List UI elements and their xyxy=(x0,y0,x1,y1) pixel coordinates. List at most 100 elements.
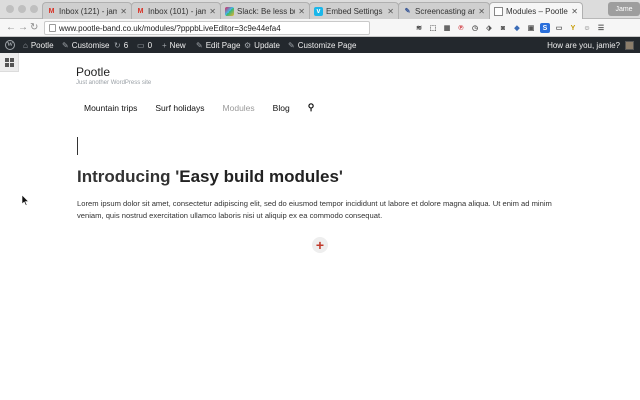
add-module-button[interactable]: + xyxy=(312,237,328,253)
extensions-bar: ≋ ⬚ ▦ ℗ ◷ ⬗ ◙ ◆ ▣ S ▭ Y ☺ ☰ xyxy=(414,22,606,34)
window-minimize-button[interactable] xyxy=(18,5,26,13)
nav-item-modules[interactable]: Modules xyxy=(223,103,255,113)
brush-icon: ✎ xyxy=(288,40,295,50)
tab-title: Inbox (101) - jamesm xyxy=(148,6,206,16)
updates-count: 6 xyxy=(123,40,129,50)
account-avatar[interactable] xyxy=(621,37,634,53)
updates-icon: ↻ xyxy=(114,40,121,50)
gmail-icon: M xyxy=(48,7,55,15)
browser-toolbar: ← → ↻ www.pootle-band.co.uk/modules/?ppp… xyxy=(0,19,640,37)
slack-icon xyxy=(225,6,234,16)
user-icon[interactable]: ☺ xyxy=(582,23,592,33)
shield-icon[interactable]: ◆ xyxy=(512,23,522,33)
browser-tab[interactable]: Slack: Be less busy ✕ xyxy=(220,2,310,19)
customise-link[interactable]: ✎ Customise xyxy=(62,37,110,53)
reload-icon[interactable]: ↻ xyxy=(30,21,38,35)
comments-link[interactable]: ▭ 0 xyxy=(137,37,152,53)
s-extension-icon[interactable]: S xyxy=(540,23,550,33)
customise-label: Customise xyxy=(71,40,110,50)
site-name-label: Pootle xyxy=(30,40,54,50)
window-close-button[interactable] xyxy=(6,5,14,13)
customize-page-label: Customize Page xyxy=(297,40,357,50)
nav-item-mountain-trips[interactable]: Mountain trips xyxy=(84,103,137,113)
edit-page-label: Edit Page xyxy=(205,40,241,50)
cast-icon[interactable]: ▭ xyxy=(554,23,564,33)
close-icon[interactable]: ✕ xyxy=(298,7,305,16)
nav-item-blog[interactable]: Blog xyxy=(273,103,290,113)
body-paragraph[interactable]: Lorem ipsum dolor sit amet, consectetur … xyxy=(77,198,567,222)
forward-arrow-icon[interactable]: → xyxy=(18,21,28,35)
page-heading[interactable]: Introducing 'Easy build modules' xyxy=(77,167,343,187)
new-label: New xyxy=(169,40,186,50)
browser-tab-strip: M Inbox (121) - jamie@ ✕ M Inbox (101) -… xyxy=(0,0,640,19)
camera-icon[interactable]: ◙ xyxy=(498,23,508,33)
grid-icon[interactable]: ▦ xyxy=(442,23,452,33)
gear-icon: ⚙ xyxy=(244,40,252,50)
cube-icon[interactable]: ▣ xyxy=(526,23,536,33)
brush-icon: ✎ xyxy=(62,40,69,50)
clock-icon[interactable]: ◷ xyxy=(470,23,480,33)
nav-item-surf-holidays[interactable]: Surf holidays xyxy=(155,103,204,113)
close-icon[interactable]: ✕ xyxy=(478,7,485,16)
grid-icon xyxy=(4,57,14,67)
screenshot-icon[interactable]: ⬗ xyxy=(484,23,494,33)
home-icon: ⌂ xyxy=(23,40,28,50)
pinterest-icon[interactable]: ℗ xyxy=(456,23,466,33)
site-description: Just another WordPress site xyxy=(76,80,152,86)
plus-icon: + xyxy=(162,40,167,50)
builder-grid-button[interactable] xyxy=(0,53,19,72)
greeting-label: How are you, jamie? xyxy=(547,40,620,50)
new-content-link[interactable]: + New xyxy=(162,37,186,53)
account-menu[interactable]: How are you, jamie? xyxy=(547,37,620,53)
site-title[interactable]: Pootle xyxy=(76,65,110,79)
wordpress-logo-button[interactable]: W xyxy=(5,37,15,53)
updates-link[interactable]: ↻ 6 xyxy=(114,37,128,53)
heading-bold: Easy build modules xyxy=(179,167,339,186)
edit-page-link[interactable]: ✎ Edit Page xyxy=(196,37,240,53)
heading-prefix: Introducing ' xyxy=(77,167,180,186)
back-arrow-icon[interactable]: ← xyxy=(6,21,16,35)
tab-title: Screencasting and Vi xyxy=(415,6,475,16)
update-label: Update xyxy=(254,40,280,50)
close-icon[interactable]: ✕ xyxy=(120,7,127,16)
screencast-icon: ✎ xyxy=(404,7,411,15)
tab-title: Inbox (121) - jamie@ xyxy=(59,6,117,16)
y-extension-icon[interactable]: Y xyxy=(568,23,578,33)
pencil-icon: ✎ xyxy=(196,40,203,50)
site-name-link[interactable]: ⌂ Pootle xyxy=(23,37,54,53)
browser-tab-active[interactable]: Modules – Pootle ✕ xyxy=(489,2,583,19)
menu-icon[interactable]: ☰ xyxy=(596,23,606,33)
update-link[interactable]: ⚙ Update xyxy=(244,37,280,53)
document-icon xyxy=(494,6,503,16)
browser-tab[interactable]: M Inbox (121) - jamie@ ✕ xyxy=(42,2,132,19)
mouse-pointer-icon xyxy=(22,195,30,206)
tab-title: Embed Settings for p xyxy=(326,6,384,16)
vimeo-icon: v xyxy=(314,6,323,16)
page-icon xyxy=(49,24,56,32)
url-text: www.pootle-band.co.uk/modules/?pppbLiveE… xyxy=(59,23,281,33)
customize-page-link[interactable]: ✎ Customize Page xyxy=(288,37,356,53)
avatar xyxy=(625,40,634,50)
wordpress-icon: W xyxy=(5,40,15,50)
search-icon[interactable]: ⚲ xyxy=(308,102,315,113)
browser-tab[interactable]: v Embed Settings for p ✕ xyxy=(309,2,399,19)
close-icon[interactable]: ✕ xyxy=(209,7,216,16)
layers-icon[interactable]: ⬚ xyxy=(428,23,438,33)
comments-count: 0 xyxy=(147,40,153,50)
address-bar[interactable]: www.pootle-band.co.uk/modules/?pppbLiveE… xyxy=(44,21,370,35)
browser-tab[interactable]: M Inbox (101) - jamesm ✕ xyxy=(131,2,221,19)
profile-button[interactable]: Jame xyxy=(608,2,640,16)
window-maximize-button[interactable] xyxy=(30,5,38,13)
browser-tab[interactable]: ✎ Screencasting and Vi ✕ xyxy=(398,2,490,19)
gmail-icon: M xyxy=(137,7,144,15)
tab-title: Slack: Be less busy xyxy=(237,6,295,16)
text-caret xyxy=(77,137,78,155)
close-icon[interactable]: ✕ xyxy=(571,7,578,16)
primary-nav: Mountain trips Surf holidays Modules Blo… xyxy=(84,102,314,113)
close-icon[interactable]: ✕ xyxy=(387,7,394,16)
wp-admin-bar: W ⌂ Pootle ✎ Customise ↻ 6 ▭ 0 + New ✎ E… xyxy=(0,37,640,53)
comment-icon: ▭ xyxy=(137,40,145,50)
tab-title: Modules – Pootle xyxy=(506,6,568,16)
buffer-icon[interactable]: ≋ xyxy=(414,23,424,33)
heading-suffix: ' xyxy=(338,167,343,186)
